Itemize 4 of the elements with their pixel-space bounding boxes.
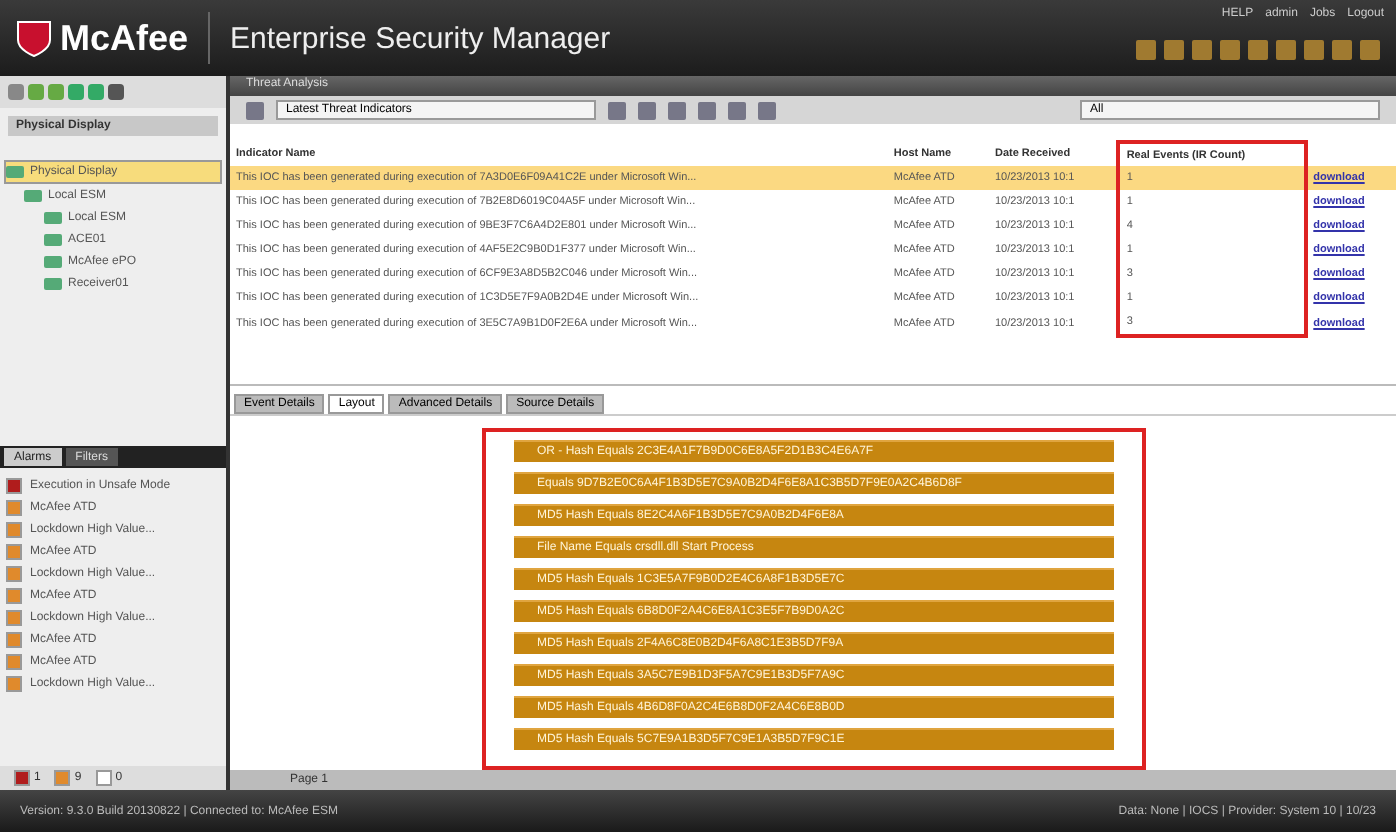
brand-logo: McAfee	[60, 17, 189, 59]
shield-icon	[16, 18, 52, 58]
toolbar-icon[interactable]	[246, 101, 264, 119]
app-title: Enterprise Security Manager	[230, 21, 611, 55]
